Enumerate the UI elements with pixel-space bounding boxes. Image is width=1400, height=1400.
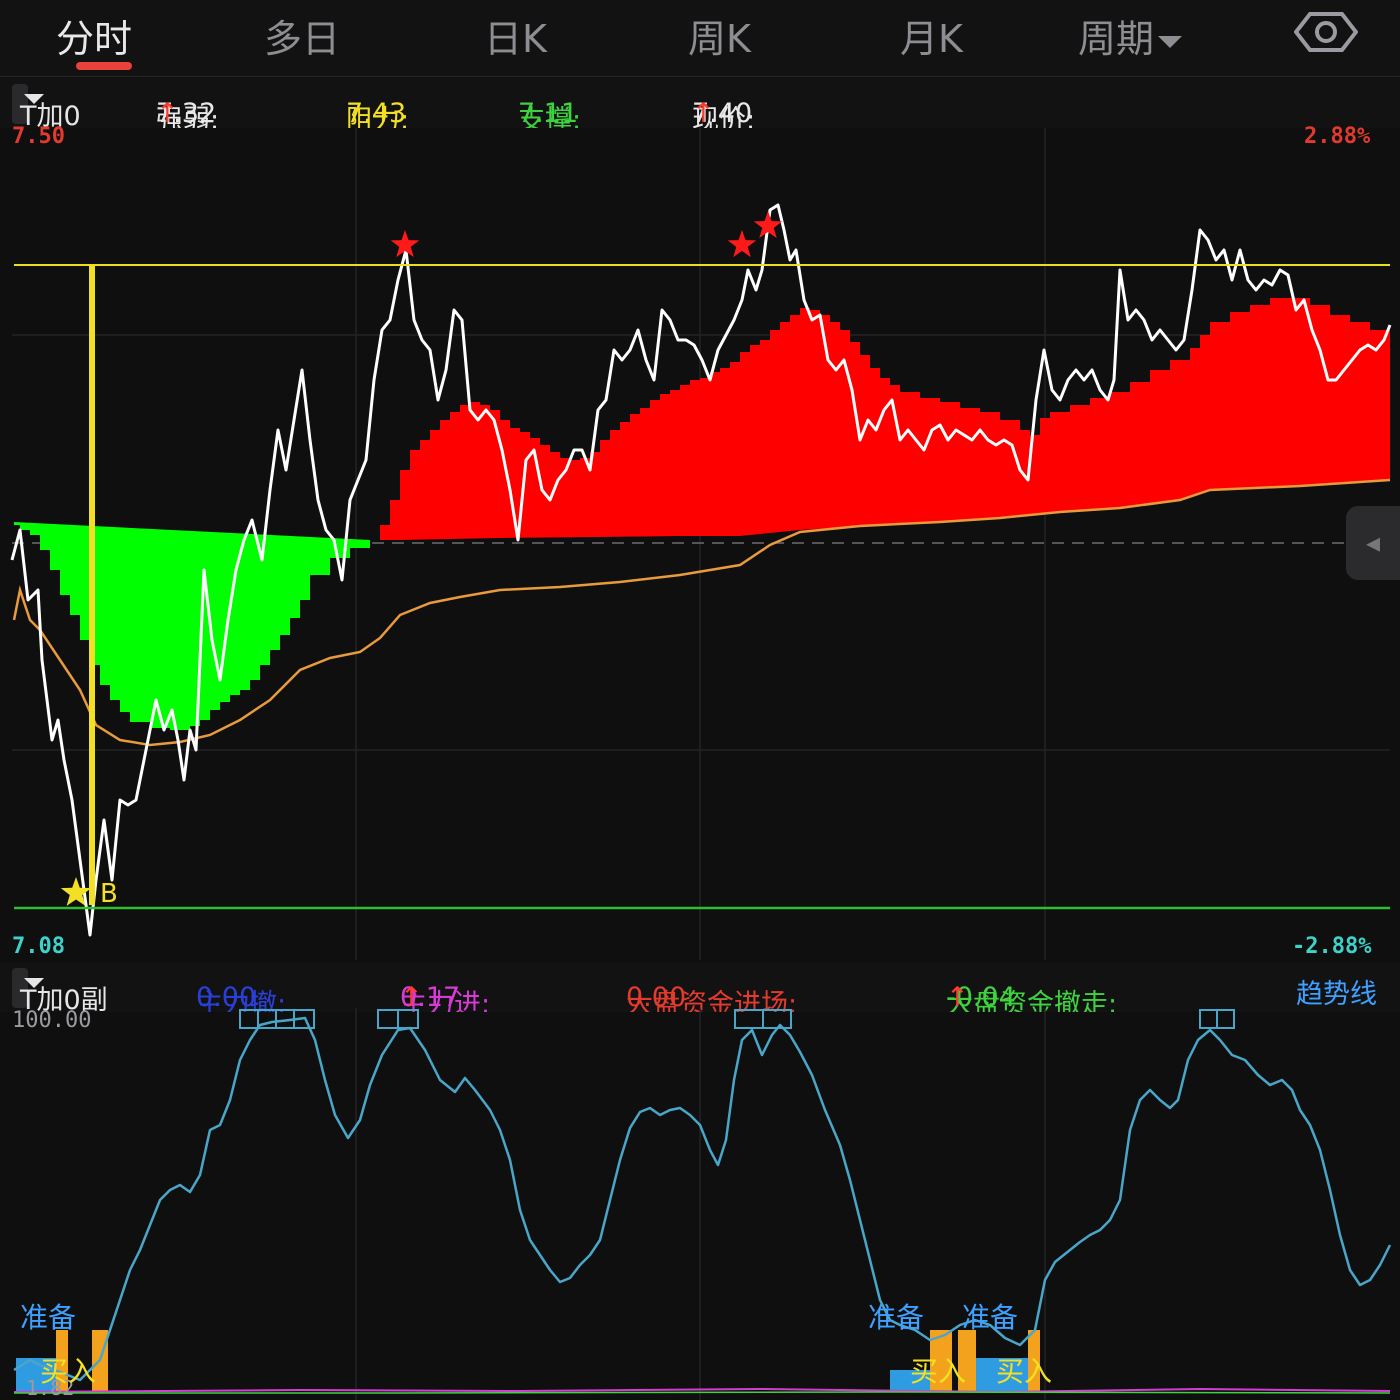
bearish-area: [14, 522, 370, 730]
main-force-line: [13, 1387, 1391, 1394]
price-top-label: 7.50: [12, 124, 65, 149]
pct-top-label: 2.88%: [1304, 124, 1371, 149]
chevron-down-icon: [1158, 35, 1183, 48]
star-icon: [727, 230, 757, 258]
sub-indicator-selector[interactable]: T加0副: [12, 968, 108, 1012]
sub-scale-top-label: 100.00: [12, 1008, 92, 1033]
tab-monthly-k[interactable]: 月K: [900, 8, 963, 63]
tab-period-dropdown[interactable]: 周期: [1078, 8, 1183, 63]
chevron-down-icon: [24, 94, 44, 104]
arrow-left-icon: ◂: [1365, 526, 1381, 559]
tab-weekly-k[interactable]: 周K: [688, 8, 751, 63]
sub-indicator-row: T加0副 主力撤: 0.00 主力进: 0.17 ↑ 大盘资金进场: 0.00 大盘资金…: [0, 962, 1400, 1012]
sub-indicator-chart[interactable]: [0, 1008, 1400, 1400]
signal-buy-label: 买入: [910, 1355, 967, 1388]
main-indicator-row: T加0 强弱: 7.32 ↑ 阻力: 7.43 支撑: 7.11 现价: 7.40 ↑: [0, 78, 1400, 128]
signal-buy-label: 买入: [40, 1355, 97, 1388]
signal-prepare-label: 准备: [868, 1301, 925, 1334]
tab-daily-k[interactable]: 日K: [484, 8, 547, 63]
trend-line-readout: 趋势线: [1296, 979, 1377, 1010]
tab-multi-day[interactable]: 多日: [264, 8, 340, 63]
buy-marker-label: B: [100, 879, 118, 909]
intraday-price-chart[interactable]: B: [0, 128, 1400, 960]
signal-bars: [16, 1330, 1040, 1392]
collapse-handle[interactable]: ◂: [1346, 506, 1400, 580]
active-tab-indicator: [76, 62, 132, 70]
signal-prepare-label: 准备: [20, 1301, 77, 1334]
tab-intraday[interactable]: 分时: [56, 8, 132, 63]
signal-buy-label: 买入: [996, 1355, 1053, 1388]
top-markers: [239, 1009, 1235, 1029]
indicator-selector[interactable]: T加0: [12, 84, 81, 128]
market-fund-line: [14, 1391, 1391, 1394]
price-bottom-label: 7.08: [12, 934, 65, 959]
eye-settings-icon[interactable]: [1294, 10, 1358, 54]
signal-prepare-label: 准备: [962, 1301, 1019, 1334]
chevron-down-icon: [24, 978, 44, 988]
period-tab-bar: 分时 多日 日K 周K 月K 周期: [0, 0, 1400, 77]
trend-line: [13, 1016, 1392, 1382]
pct-bottom-label: -2.88%: [1292, 934, 1372, 959]
